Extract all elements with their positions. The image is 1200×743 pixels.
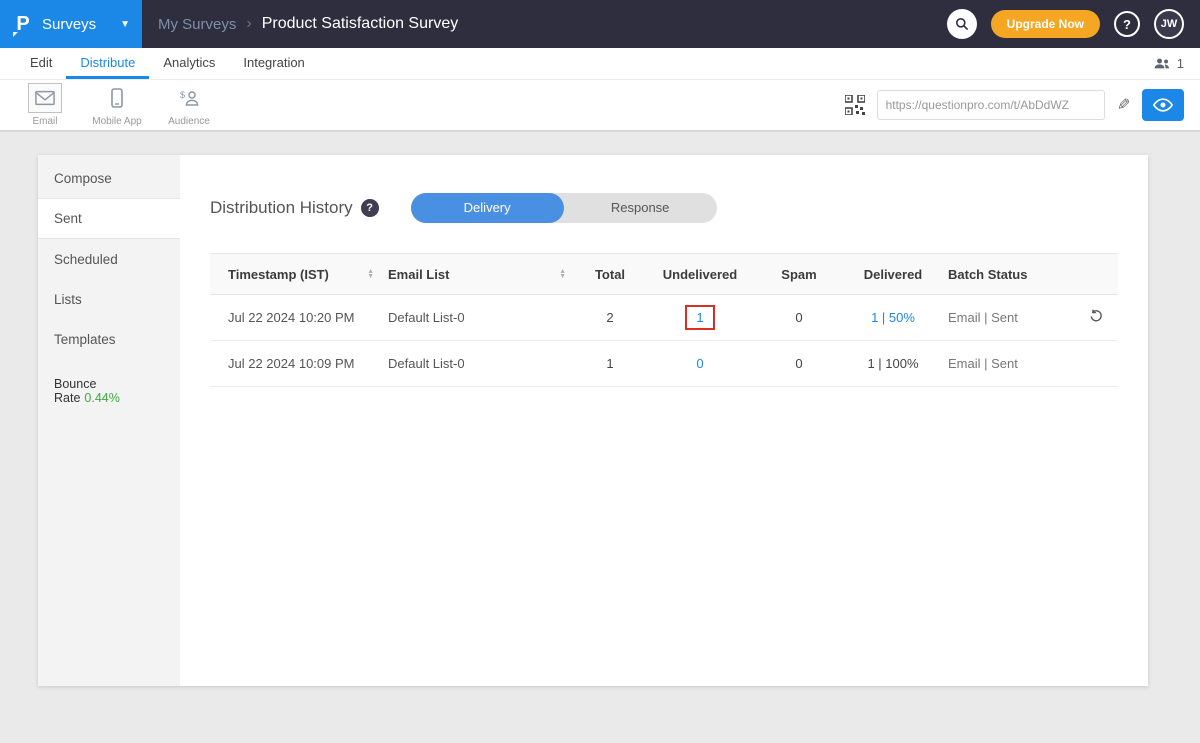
section-help-icon[interactable]: ? [361, 199, 379, 217]
cell-delivered: 1 | 100% [838, 356, 948, 371]
sent-sidebar: Compose Sent Scheduled Lists Templates B… [38, 155, 180, 686]
col-spam: Spam [760, 267, 838, 282]
distribute-card: Compose Sent Scheduled Lists Templates B… [38, 155, 1148, 686]
undelivered-count-link[interactable]: 1 [696, 310, 703, 325]
sort-icon[interactable]: ▲▼ [559, 269, 566, 279]
cell-delivered[interactable]: 1 | 50% [838, 310, 948, 325]
page-title: Product Satisfaction Survey [262, 15, 459, 33]
table-row: Jul 22 2024 10:09 PM Default List-0 1 0 … [210, 341, 1118, 387]
cell-timestamp: Jul 22 2024 10:20 PM [210, 310, 388, 325]
distribute-toolbar: Email Mobile App $ Audience ✎ [0, 80, 1200, 132]
cell-total: 2 [580, 310, 640, 325]
sidebar-item-templates[interactable]: Templates [38, 319, 180, 359]
col-batch-status: Batch Status [948, 267, 1058, 282]
channel-mobile-label: Mobile App [92, 116, 141, 127]
email-icon [28, 83, 62, 113]
sidebar-item-compose[interactable]: Compose [38, 159, 180, 199]
tab-distribute[interactable]: Distribute [66, 48, 149, 79]
tab-analytics[interactable]: Analytics [149, 48, 229, 79]
annotation-highlight-box: 1 [685, 305, 714, 330]
col-email-list[interactable]: Email List ▲▼ [388, 267, 580, 282]
toggle-delivery[interactable]: Delivery [411, 193, 564, 223]
table-header-row: Timestamp (IST) ▲▼ Email List ▲▼ Total U… [210, 253, 1118, 295]
search-icon [954, 16, 970, 32]
chevron-down-icon: ▼ [120, 19, 130, 30]
section-title: Distribution History [210, 198, 353, 218]
edit-url-icon[interactable]: ✎ [1117, 95, 1130, 115]
top-header: P Surveys ▼ My Surveys › Product Satisfa… [0, 0, 1200, 48]
sidebar-item-lists[interactable]: Lists [38, 279, 180, 319]
cell-undelivered[interactable]: 0 [640, 356, 760, 371]
delivery-response-toggle: Delivery Response [411, 193, 717, 223]
breadcrumb-my-surveys[interactable]: My Surveys [158, 16, 236, 33]
app-name: Surveys [42, 16, 96, 33]
distribution-history-panel: Distribution History ? Delivery Response… [180, 155, 1148, 686]
sidebar-item-sent[interactable]: Sent [38, 199, 180, 239]
col-delivered: Delivered [838, 267, 948, 282]
breadcrumb: My Surveys › Product Satisfaction Survey [158, 15, 458, 33]
survey-url-input[interactable] [877, 90, 1105, 120]
questionpro-logo-icon: P [12, 13, 34, 35]
survey-tabs-bar: Edit Distribute Analytics Integration 1 [0, 48, 1200, 80]
distribution-table: Timestamp (IST) ▲▼ Email List ▲▼ Total U… [210, 253, 1118, 387]
cell-total: 1 [580, 356, 640, 371]
people-icon [1153, 57, 1171, 70]
cell-email-list: Default List-0 [388, 310, 580, 325]
upgrade-now-button[interactable]: Upgrade Now [991, 10, 1100, 38]
qr-code-icon[interactable] [845, 95, 865, 115]
eye-icon [1153, 98, 1173, 112]
cell-email-list: Default List-0 [388, 356, 580, 371]
channel-email-label: Email [32, 116, 57, 127]
toolbar-right: ✎ [845, 89, 1184, 121]
product-switcher[interactable]: P Surveys ▼ [0, 0, 142, 48]
table-row: Jul 22 2024 10:20 PM Default List-0 2 1 … [210, 295, 1118, 341]
help-button[interactable]: ? [1114, 11, 1140, 37]
channel-list: Email Mobile App $ Audience [16, 83, 218, 127]
content-area: Compose Sent Scheduled Lists Templates B… [0, 155, 1200, 743]
col-timestamp[interactable]: Timestamp (IST) ▲▼ [210, 267, 388, 282]
channel-email[interactable]: Email [16, 83, 74, 127]
avatar[interactable]: JW [1154, 9, 1184, 39]
preview-button[interactable] [1142, 89, 1184, 121]
cell-batch-status: Email | Sent [948, 310, 1058, 325]
collaborators-count: 1 [1177, 56, 1184, 71]
svg-text:$: $ [180, 90, 185, 100]
tab-integration[interactable]: Integration [229, 48, 318, 79]
cell-spam: 0 [760, 356, 838, 371]
tab-edit[interactable]: Edit [16, 48, 66, 79]
col-total: Total [580, 267, 640, 282]
audience-icon: $ [172, 83, 206, 113]
sidebar-item-scheduled[interactable]: Scheduled [38, 239, 180, 279]
title-row: Distribution History ? Delivery Response [210, 193, 1118, 223]
col-undelivered: Undelivered [640, 267, 760, 282]
collaborators[interactable]: 1 [1153, 48, 1184, 79]
channel-audience[interactable]: $ Audience [160, 83, 218, 127]
mobile-icon [100, 83, 134, 113]
breadcrumb-separator: › [246, 15, 251, 33]
channel-mobile-app[interactable]: Mobile App [88, 83, 146, 127]
refresh-icon[interactable] [1088, 308, 1104, 324]
cell-undelivered: 1 [640, 305, 760, 330]
header-actions: Upgrade Now ? JW [947, 9, 1200, 39]
channel-audience-label: Audience [168, 116, 210, 127]
bounce-rate-value: 0.44% [84, 391, 119, 405]
toggle-response[interactable]: Response [564, 193, 717, 223]
cell-spam: 0 [760, 310, 838, 325]
bounce-rate: Bounce Rate0.44% [38, 365, 180, 417]
cell-batch-status: Email | Sent [948, 356, 1058, 371]
search-button[interactable] [947, 9, 977, 39]
sort-icon[interactable]: ▲▼ [367, 269, 374, 279]
cell-timestamp: Jul 22 2024 10:09 PM [210, 356, 388, 371]
